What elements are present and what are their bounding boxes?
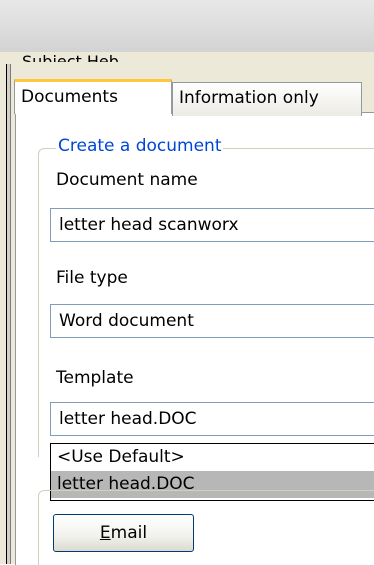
window-left-border xyxy=(6,64,11,564)
clipped-field-label: Subject Heb xyxy=(22,54,119,62)
template-option-use-default[interactable]: <Use Default> xyxy=(51,444,374,471)
document-name-input[interactable]: letter head scanworx xyxy=(50,208,374,242)
email-button-label: mail xyxy=(110,523,148,543)
template-label: Template xyxy=(56,368,134,388)
document-name-label: Document name xyxy=(56,170,198,190)
file-type-label: File type xyxy=(56,268,128,288)
email-button-mnemonic: E xyxy=(99,523,111,543)
tab-information-only[interactable]: Information only xyxy=(172,82,362,116)
create-document-group-title: Create a document xyxy=(56,136,224,156)
email-button[interactable]: Email xyxy=(53,514,194,552)
tab-documents[interactable]: Documents xyxy=(14,79,172,114)
window-titlebar xyxy=(0,0,374,52)
file-type-select[interactable]: Word document xyxy=(50,304,374,338)
template-select[interactable]: letter head.DOC xyxy=(50,402,374,436)
